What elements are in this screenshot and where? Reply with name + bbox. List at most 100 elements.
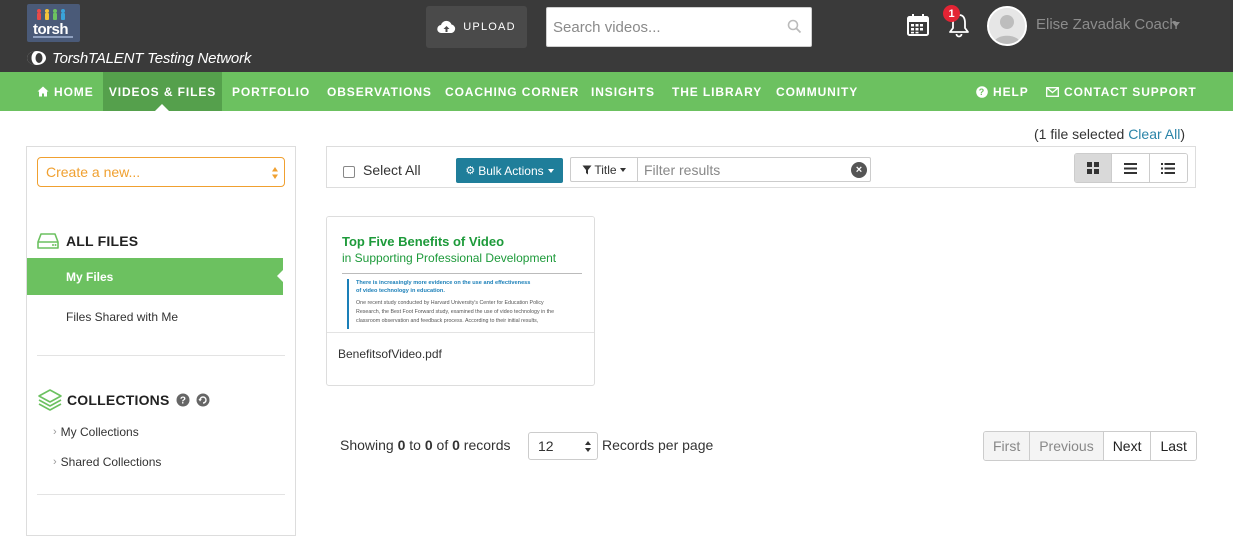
user-silhouette-icon xyxy=(989,8,1025,44)
sidebar-item-shared-collections[interactable]: › Shared Collections xyxy=(53,455,161,469)
grid-view-button[interactable] xyxy=(1075,154,1113,182)
torsh-logo[interactable]: torsh xyxy=(27,4,80,42)
user-name[interactable]: Elise Zavadak Coach xyxy=(1036,16,1178,33)
refresh-icon[interactable] xyxy=(196,393,210,407)
chevron-right-icon: › xyxy=(53,426,57,438)
sidebar-item-my-files[interactable]: My Files xyxy=(27,258,283,295)
search-input[interactable] xyxy=(547,8,777,46)
file-card[interactable]: Top Five Benefits of Video in Supporting… xyxy=(326,216,595,386)
records-total: 0 xyxy=(452,437,460,453)
top-bar: torsh TorshTALENT Testing Network UPLOAD xyxy=(0,0,1233,72)
select-arrows-icon xyxy=(585,441,591,452)
calendar-icon[interactable] xyxy=(906,13,930,37)
upload-label: UPLOAD xyxy=(463,21,516,33)
nav-coaching-corner[interactable]: COACHING CORNER xyxy=(445,72,579,111)
previous-page-button[interactable]: Previous xyxy=(1030,432,1104,460)
clear-all-link[interactable]: Clear All xyxy=(1128,126,1180,142)
search-box xyxy=(546,7,812,47)
nav-observations-label: OBSERVATIONS xyxy=(327,84,432,99)
file-name[interactable]: BenefitsofVideo.pdf xyxy=(338,347,442,361)
selection-info: (1 file selected Clear All) xyxy=(1034,126,1185,142)
all-files-label: ALL FILES xyxy=(66,233,139,249)
create-new-select[interactable]: Create a new... xyxy=(37,157,285,187)
logo-figures-icon xyxy=(37,9,65,20)
chevron-down-icon xyxy=(547,168,554,173)
nav-the-library[interactable]: THE LIBRARY xyxy=(672,72,762,111)
nav-community[interactable]: COMMUNITY xyxy=(776,72,858,111)
thumbnail-title: Top Five Benefits of Video xyxy=(342,234,505,249)
thumbnail-lead: There is increasingly more evidence on t… xyxy=(356,279,530,295)
select-arrows-icon xyxy=(272,167,278,179)
clear-filter-icon[interactable]: × xyxy=(851,162,867,178)
sidebar-divider xyxy=(37,494,285,495)
bulk-actions-button[interactable]: ⚙ Bulk Actions xyxy=(456,158,563,183)
chevron-down-icon xyxy=(619,167,626,172)
select-all-label[interactable]: Select All xyxy=(363,162,421,178)
filter-icon xyxy=(582,165,592,174)
nav-home-label: HOME xyxy=(54,84,94,99)
filter-input[interactable] xyxy=(637,157,871,182)
collections-heading: COLLECTIONS ? xyxy=(37,387,210,413)
search-icon[interactable] xyxy=(787,19,802,34)
selection-close-paren: ) xyxy=(1180,126,1185,142)
records-to: 0 xyxy=(424,437,433,453)
nav-insights-label: INSIGHTS xyxy=(591,84,655,99)
all-files-heading: ALL FILES xyxy=(37,233,138,249)
question-circle-icon[interactable]: ? xyxy=(176,393,190,407)
thumbnail-subtitle: in Supporting Professional Development xyxy=(342,251,557,265)
thumbnail-body-line: Research, the Best Foot Forward study, e… xyxy=(356,309,555,315)
nav-help[interactable]: ? HELP xyxy=(976,72,1029,111)
records-per-page-select[interactable]: 12 xyxy=(528,432,598,460)
bulk-actions-label: Bulk Actions xyxy=(478,163,544,178)
detail-list-view-button[interactable] xyxy=(1149,154,1187,182)
file-thumbnail: Top Five Benefits of Video in Supporting… xyxy=(327,217,594,333)
per-page-value: 12 xyxy=(538,438,554,454)
upload-button[interactable]: UPLOAD xyxy=(426,6,527,48)
list-view-button[interactable] xyxy=(1112,154,1150,182)
next-page-button[interactable]: Next xyxy=(1103,432,1152,460)
nav-contact-support[interactable]: CONTACT SUPPORT xyxy=(1046,72,1197,111)
sidebar-item-my-collections[interactable]: › My Collections xyxy=(53,425,139,439)
first-page-button[interactable]: First xyxy=(984,432,1031,460)
sidebar-item-shared-files[interactable]: Files Shared with Me xyxy=(66,310,178,324)
collections-label: COLLECTIONS xyxy=(67,392,170,408)
network-logo-icon xyxy=(27,51,46,65)
my-collections-label: My Collections xyxy=(60,425,139,439)
user-menu-caret-icon[interactable] xyxy=(1172,22,1180,27)
records-to-word: to xyxy=(405,437,425,453)
thumbnail-rule xyxy=(342,273,582,274)
nav-the-library-label: THE LIBRARY xyxy=(672,84,763,99)
select-all-checkbox[interactable] xyxy=(343,166,355,178)
nav-portfolio-label: PORTFOLIO xyxy=(232,84,311,99)
avatar[interactable] xyxy=(987,6,1027,46)
records-word: records xyxy=(459,437,511,453)
sidebar: Create a new... ALL FILES My Files Files… xyxy=(26,146,296,536)
thumbnail-body-line: One recent study conducted by Harvard Un… xyxy=(356,300,544,306)
files-toolbar: Select All ⚙ Bulk Actions Title × xyxy=(326,146,1196,188)
svg-text:?: ? xyxy=(979,87,985,97)
nav-portfolio[interactable]: PORTFOLIO xyxy=(232,72,310,111)
cloud-upload-icon xyxy=(437,20,456,34)
thumbnail-lead-line: of video technology in education. xyxy=(356,288,445,294)
records-of-word: of xyxy=(432,437,453,453)
nav-coaching-corner-label: COACHING CORNER xyxy=(445,84,580,99)
pagination-controls: First Previous Next Last xyxy=(983,431,1197,461)
filter-field-dropdown[interactable]: Title xyxy=(570,157,638,182)
active-item-notch xyxy=(277,258,295,294)
view-toggle-group xyxy=(1074,153,1188,183)
list-view-icon xyxy=(1124,162,1138,174)
thumbnail-accent-line xyxy=(347,279,349,329)
hard-drive-icon xyxy=(37,233,59,249)
gear-icon: ⚙ xyxy=(465,165,476,177)
nav-home[interactable]: HOME xyxy=(37,72,94,111)
main-nav: HOME VIDEOS & FILES PORTFOLIO OBSERVATIO… xyxy=(0,72,1233,111)
nav-insights[interactable]: INSIGHTS xyxy=(591,72,655,111)
thumbnail-body: One recent study conducted by Harvard Un… xyxy=(356,299,554,326)
network-title: TorshTALENT Testing Network xyxy=(26,49,251,67)
notification-badge[interactable]: 1 xyxy=(943,5,960,22)
grid-view-icon xyxy=(1087,162,1100,174)
question-circle-icon: ? xyxy=(976,85,988,98)
nav-observations[interactable]: OBSERVATIONS xyxy=(327,72,432,111)
shared-collections-label: Shared Collections xyxy=(60,455,162,469)
last-page-button[interactable]: Last xyxy=(1151,432,1196,460)
